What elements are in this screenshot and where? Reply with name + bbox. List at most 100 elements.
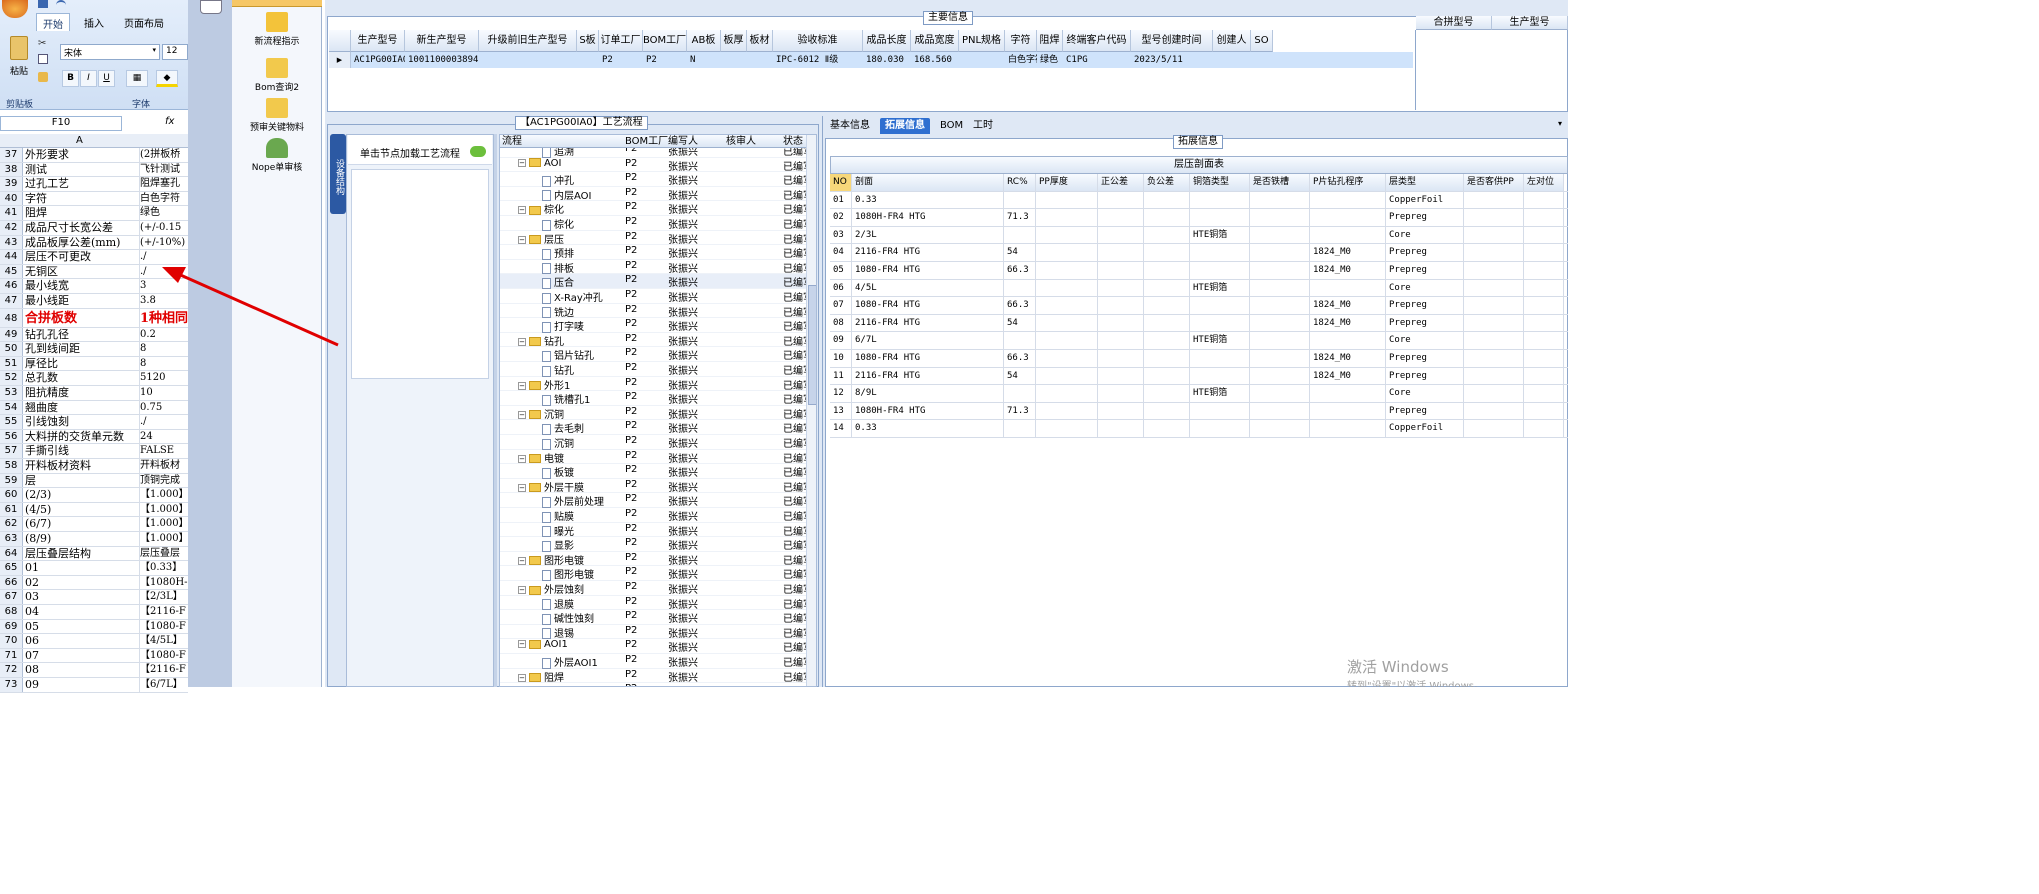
stack-cell[interactable]	[1144, 314, 1190, 332]
stack-cell[interactable]	[1250, 385, 1310, 402]
collapse-toggle-icon[interactable]: −	[518, 158, 526, 167]
flow-node[interactable]: − AOI	[518, 158, 562, 169]
row-number[interactable]: 55	[0, 415, 23, 429]
cell-b[interactable]: 【6/7L】	[139, 678, 188, 692]
stack-cell[interactable]: 71.3	[1004, 209, 1036, 226]
row-number[interactable]: 58	[0, 459, 23, 473]
stack-cell[interactable]	[1310, 402, 1386, 420]
stack-cell[interactable]	[1004, 279, 1036, 297]
stack-cell[interactable]: 0.33	[852, 420, 1004, 437]
cell-b[interactable]: (+/-10%)	[139, 235, 188, 250]
flow-tree-row[interactable]: X-Ray冲孔 P2 张振兴 已编写	[500, 289, 816, 304]
stack-cell[interactable]	[1250, 209, 1310, 226]
row-number[interactable]: 43	[0, 235, 23, 250]
stack-table-row[interactable]: 01 0.33 CopperFoil	[830, 191, 1568, 210]
stack-cell[interactable]	[1524, 332, 1564, 349]
stack-cell[interactable]	[1144, 297, 1190, 314]
flow-node[interactable]: − 钻孔	[518, 333, 564, 348]
main-info-column-header[interactable]: 成品长度	[863, 30, 911, 52]
flow-node[interactable]: 曝光	[542, 523, 574, 538]
stack-cell[interactable]	[1190, 420, 1250, 437]
row-number[interactable]: 47	[0, 294, 23, 308]
stack-table-row[interactable]: 08 2116-FR4 HTG 54 1824_M0 Prepreg	[830, 314, 1568, 333]
copy-icon[interactable]	[38, 54, 48, 64]
cell-a[interactable]: 总孔数	[25, 371, 137, 385]
stack-cell[interactable]	[1036, 297, 1098, 314]
cell-b[interactable]: 8	[139, 356, 188, 371]
stack-cell[interactable]: 1824_M0	[1310, 350, 1386, 367]
cell-a[interactable]: 测试	[25, 163, 137, 177]
stack-cell[interactable]	[1004, 385, 1036, 402]
grid-corner[interactable]	[329, 30, 351, 52]
flow-node[interactable]: 外层前处理	[542, 493, 604, 508]
stack-cell[interactable]	[1144, 385, 1190, 402]
ribbon-tab-page-layout[interactable]: 页面布局	[118, 13, 170, 31]
stack-cell[interactable]	[1524, 385, 1564, 402]
main-info-column-header[interactable]: 成品宽度	[911, 30, 959, 52]
cell-b[interactable]: 阻焊塞孔	[139, 177, 188, 191]
flow-tree-row[interactable]: 铣槽孔1 P2 张振兴 已编写	[500, 391, 816, 406]
cell-a[interactable]: 开料板材资料	[25, 459, 137, 473]
stack-cell[interactable]	[1464, 402, 1524, 420]
stack-cell[interactable]	[1524, 244, 1564, 261]
flow-tree-row[interactable]: 预排 P2 张振兴 已编写	[500, 245, 816, 260]
main-info-cell[interactable]	[721, 52, 747, 68]
cell-b[interactable]: 【1.000】	[139, 517, 188, 531]
border-button[interactable]: ▦	[126, 70, 148, 87]
stack-table-row[interactable]: 13 1080H-FR4 HTG 71.3 Prepreg	[830, 402, 1568, 421]
cell-a[interactable]: 合拼板数	[25, 309, 137, 327]
main-info-column-header[interactable]: 板材	[747, 30, 773, 52]
flow-column-header[interactable]: BOM工厂	[625, 135, 668, 148]
main-info-column-header[interactable]: BOM工厂	[643, 30, 687, 52]
stack-cell[interactable]	[1036, 262, 1098, 279]
flow-column-header[interactable]: 核审人	[726, 135, 756, 148]
flow-tree-row[interactable]: 贴膜 P2 张振兴 已编写	[500, 508, 816, 523]
stack-cell[interactable]	[1004, 420, 1036, 437]
stack-cell[interactable]	[1036, 367, 1098, 385]
flow-node[interactable]: − 图形电镀	[518, 552, 584, 567]
stack-cell[interactable]: 8/9L	[852, 385, 1004, 402]
cell-b[interactable]: 白色字符	[139, 191, 188, 206]
cell-b[interactable]: 【1.000】	[139, 488, 188, 502]
flow-tree-row[interactable]: − 图形电镀 P2 张振兴 已编写	[500, 552, 816, 567]
cell-a[interactable]: 阻焊	[25, 206, 137, 220]
stack-cell[interactable]: Prepreg	[1386, 297, 1464, 314]
stack-column-header[interactable]: 负公差	[1144, 174, 1190, 191]
stack-cell[interactable]	[1098, 314, 1144, 332]
stack-cell[interactable]: HTE铜箔	[1190, 279, 1250, 297]
stack-cell[interactable]: 02	[830, 209, 852, 226]
flow-node[interactable]: 碱性蚀刻	[542, 610, 594, 625]
stack-table-row[interactable]: 06 4/5L HTE铜箔 Core	[830, 279, 1568, 298]
cell-b[interactable]: 10	[139, 386, 188, 400]
paste-button[interactable]: 粘贴	[6, 36, 32, 94]
stack-cell[interactable]: 14	[830, 420, 852, 437]
stack-cell[interactable]: CopperFoil	[1386, 420, 1464, 437]
main-info-column-header[interactable]: SO	[1251, 30, 1273, 52]
stack-cell[interactable]	[1190, 191, 1250, 209]
stack-cell[interactable]	[1524, 420, 1564, 437]
stack-cell[interactable]	[1144, 209, 1190, 226]
stack-cell[interactable]: 09	[830, 332, 852, 349]
row-number[interactable]: 62	[0, 517, 23, 531]
stack-cell[interactable]	[1464, 244, 1524, 261]
stack-cell[interactable]: 2116-FR4 HTG	[852, 314, 1004, 332]
stack-cell[interactable]	[1190, 244, 1250, 261]
cell-b[interactable]: 绿色	[139, 206, 188, 220]
stack-cell[interactable]: 4/5L	[852, 279, 1004, 297]
flow-tree-row[interactable]: 阻焊前处理P2张振兴已编写	[500, 683, 816, 686]
stack-cell[interactable]	[1098, 209, 1144, 226]
row-number[interactable]: 45	[0, 264, 23, 279]
italic-button[interactable]: I	[80, 70, 97, 87]
cell-a[interactable]: 钻孔孔径	[25, 328, 137, 342]
flow-node[interactable]: 阻焊前处理	[542, 683, 604, 686]
row-number[interactable]: 72	[0, 663, 23, 677]
stack-cell[interactable]: Prepreg	[1386, 367, 1464, 385]
stack-cell[interactable]	[1464, 385, 1524, 402]
stack-cell[interactable]	[1036, 385, 1098, 402]
stack-cell[interactable]	[1004, 332, 1036, 349]
main-info-column-header[interactable]: 升级前旧生产型号	[479, 30, 577, 52]
collapse-toggle-icon[interactable]: −	[518, 586, 526, 594]
flow-node[interactable]: 铣边	[542, 304, 574, 319]
row-number[interactable]: 73	[0, 678, 23, 692]
flow-node[interactable]: 棕化	[542, 216, 574, 231]
